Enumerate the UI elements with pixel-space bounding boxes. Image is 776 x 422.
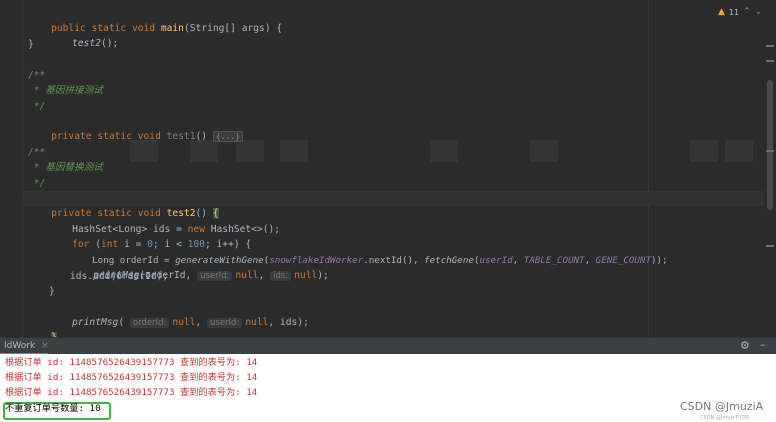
right-margin-guide <box>648 0 649 337</box>
method-name: test1 <box>166 131 196 142</box>
code-line[interactable]: private static void test1() {...} <box>28 114 243 142</box>
run-tool-window-header: IdWork × ⚙ – <box>0 337 776 355</box>
console-line: 根据订单 id: 1148576526439157773 查到的表号为: 14 <box>5 372 258 383</box>
blur-artifact <box>690 140 718 162</box>
parameter-hint: userId: <box>197 271 233 281</box>
code-line[interactable]: ids.add(orderId); <box>70 269 168 284</box>
code-editor[interactable]: ▲ 11 ⌃ ⌄ public static void main(String[… <box>0 0 776 337</box>
summary-line: 不重复订单号数量: 10 <box>5 403 101 414</box>
blur-artifact <box>430 140 458 162</box>
gear-icon[interactable]: ⚙ <box>740 339 750 352</box>
code-line[interactable]: test2(); <box>49 21 118 49</box>
chevron-down-icon[interactable]: ⌄ <box>755 7 763 17</box>
code-line[interactable]: private static void test2() { <box>28 191 219 219</box>
editor-gutter[interactable] <box>0 0 23 337</box>
comment-line[interactable]: * 基因替换测试 <box>28 160 103 175</box>
inspection-widget[interactable]: ▲ 11 ⌃ ⌄ <box>718 7 762 17</box>
comment-line[interactable]: * 基因拼接测试 <box>28 83 103 98</box>
scroll-marker[interactable] <box>766 60 774 62</box>
console-line: 根据订单 id: 1148576526439157773 查到的表号为: 14 <box>5 387 258 398</box>
method-name: main <box>160 23 184 34</box>
run-tab-label: IdWork <box>4 341 36 351</box>
chevron-up-icon[interactable]: ⌃ <box>743 7 751 17</box>
scroll-marker[interactable] <box>766 45 774 47</box>
code-line[interactable]: } <box>28 37 34 52</box>
folded-code-block[interactable]: {...} <box>212 131 243 142</box>
console-output[interactable]: 根据订单 id: 1148576526439157773 查到的表号为: 14 … <box>0 354 776 422</box>
comment-line[interactable]: */ <box>28 176 46 191</box>
code-line[interactable]: public static void main(String[] args) { <box>28 6 282 34</box>
parameter-hint: userId: <box>207 318 243 328</box>
code-line[interactable]: printMsg( orderId: null, userId: null, ids… <box>49 300 309 328</box>
warning-count: 11 <box>728 7 740 17</box>
code-line[interactable]: } <box>49 284 55 299</box>
blur-artifact <box>280 140 308 162</box>
comment-line[interactable]: /** <box>28 68 45 83</box>
parameter-hint: ids: <box>270 271 292 281</box>
scrollbar-thumb[interactable] <box>767 80 773 210</box>
comment-line[interactable]: */ <box>28 99 46 114</box>
comment-line[interactable]: /** <box>28 145 45 160</box>
code-line[interactable]: Long orderId = generateWithGene(snowflak… <box>70 238 667 266</box>
close-icon[interactable]: × <box>41 340 49 353</box>
console-line: 根据订单 id: 1148576526439157773 查到的表号为: 14 <box>5 357 258 368</box>
run-tab-idwork[interactable]: IdWork × <box>4 340 49 353</box>
parameter-hint: orderId: <box>129 318 170 328</box>
code-line[interactable]: } <box>28 315 57 337</box>
editor-scrollbar[interactable] <box>764 0 776 337</box>
code-line[interactable]: for (int i = 0; i < 100; i++) { <box>49 222 251 250</box>
warning-icon: ▲ <box>718 7 725 17</box>
code-line[interactable]: HashSet<Long> ids = new HashSet<>(); <box>49 207 280 235</box>
code-line[interactable]: printMsg(orderId, userId: null, ids: null)… <box>70 253 329 281</box>
minimize-icon[interactable]: – <box>760 338 766 351</box>
watermark-small: CSDN @Jmuzi不打鸣 <box>700 415 750 421</box>
watermark: CSDN @JmuziA <box>680 400 764 413</box>
scroll-marker[interactable] <box>766 245 774 247</box>
scroll-marker[interactable] <box>766 150 774 152</box>
blur-artifact <box>725 140 753 162</box>
blur-artifact <box>530 140 558 162</box>
